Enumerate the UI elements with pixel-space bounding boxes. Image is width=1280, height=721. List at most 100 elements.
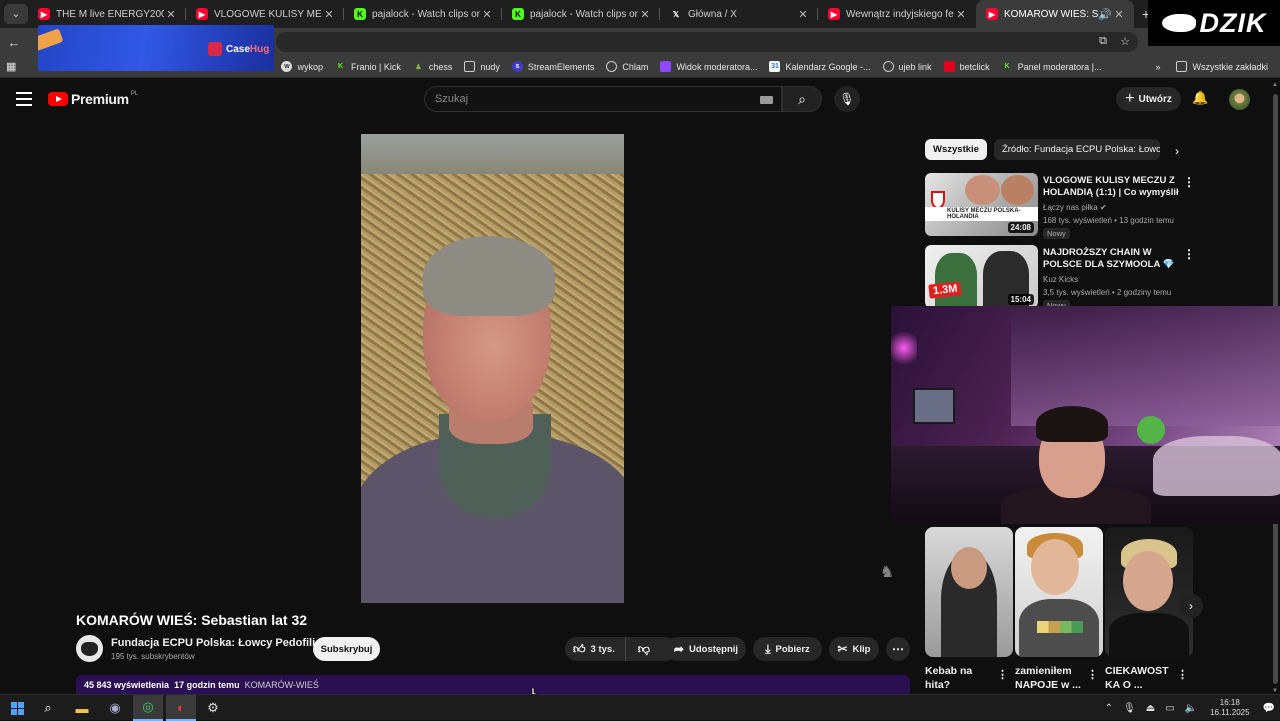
short-title[interactable]: zamieniłem NAPOJE w ... (1015, 664, 1087, 692)
thumbs-up-icon: 👍︎ (573, 641, 586, 656)
kebab-menu-icon[interactable]: ⋮ (997, 668, 1008, 681)
browser-tab[interactable]: Kpajalock - Watch clips on Kick✕ (502, 0, 660, 28)
bookmark-star-icon[interactable]: ☆ (1118, 34, 1132, 48)
chevron-right-icon[interactable]: › (1168, 142, 1186, 160)
browser-tab[interactable]: 𝕏 Główna / X ✕ (660, 0, 818, 28)
browser-tab[interactable]: Kpajalock - Watch clips on Kick✕ (344, 0, 502, 28)
back-arrow-icon[interactable]: ← (0, 28, 28, 56)
thumbnail-text: KULISY MECZU POLSKA-HOLANDIA (925, 207, 1038, 221)
system-clock[interactable]: 16:18 16.11.2025 (1210, 698, 1249, 718)
bookmark-item[interactable]: s StreamElements (511, 61, 594, 72)
recommended-title[interactable]: VLOGOWE KULISY MECZU Z HOLANDIĄ (1:1) | … (1043, 175, 1183, 199)
notifications-bell-icon[interactable]: 🔔 (1192, 90, 1208, 106)
recommended-channel[interactable]: Łączy nas piłka ✔ (1043, 203, 1107, 212)
download-button[interactable]: ⤓ Pobierz (753, 637, 822, 661)
search-button[interactable]: ⌕ (782, 86, 822, 112)
youtube-premium-logo[interactable]: Premium PL (48, 91, 138, 107)
close-icon[interactable]: ✕ (638, 8, 652, 21)
kebab-menu-icon[interactable]: ⋮ (1087, 668, 1098, 681)
like-button[interactable]: 👍︎ 3 tys. (565, 637, 626, 661)
video-thumbnail[interactable]: KULISY MECZU POLSKA-HOLANDIA 24:08 (925, 173, 1038, 236)
create-button[interactable]: + Utwórz (1116, 87, 1181, 111)
clip-button[interactable]: ✂ Klip (829, 637, 879, 661)
kebab-menu-icon[interactable]: ⋮ (1177, 668, 1188, 681)
bookmark-item[interactable]: Widok moderatora... (660, 61, 757, 72)
address-bar[interactable] (276, 32, 1138, 52)
subscribe-button[interactable]: Subskrybuj (313, 637, 380, 661)
browser-tab[interactable]: ▶ VLOGOWE KULISY MECZU Z HO✕ (186, 0, 344, 28)
bookmark-item[interactable]: betclick (943, 61, 990, 72)
all-bookmarks-button[interactable]: Wszystkie zakładki (1176, 61, 1268, 72)
settings-gear-icon[interactable]: ⚙ (198, 695, 228, 721)
shorts-next-chevron-icon[interactable]: › (1179, 594, 1203, 618)
video-thumbnail[interactable]: 1.3M 15:04 (925, 245, 1038, 308)
share-button[interactable]: ➦ Udostępnij (666, 637, 746, 661)
short-thumbnail[interactable] (1105, 527, 1193, 657)
channel-watermark-icon[interactable]: ♞ (875, 561, 899, 583)
install-app-icon[interactable]: ⧉ (1096, 34, 1110, 48)
bookmark-item[interactable]: K Panel moderatora |... (1002, 61, 1102, 72)
bookmark-item[interactable]: K Franio | Kick (335, 61, 401, 72)
dislike-button[interactable]: 👎︎ (626, 637, 662, 661)
menu-hamburger-icon[interactable] (16, 92, 32, 106)
file-explorer-icon[interactable]: ▬ (67, 695, 97, 721)
account-avatar[interactable] (1229, 89, 1250, 110)
apps-grid-icon[interactable]: ▦ (0, 60, 22, 73)
bookmark-item[interactable]: ujeb link (882, 61, 932, 72)
browser-tab[interactable]: ▶ THE M live ENERGY2000 | THE M✕ (28, 0, 186, 28)
bookmark-item[interactable]: 31 Kalendarz Google -... (769, 61, 871, 72)
kebab-menu-icon[interactable]: ⋮ (1183, 175, 1195, 189)
notifications-icon[interactable]: 💬 (1263, 703, 1275, 714)
short-title[interactable]: Kebab na hita? (925, 664, 997, 692)
kebab-menu-icon[interactable]: ⋮ (1183, 247, 1195, 261)
tray-overflow-chevron-icon[interactable]: ⌃ (1105, 703, 1113, 714)
bookmarks-overflow-button[interactable]: » (1155, 62, 1160, 72)
close-icon[interactable]: ✕ (954, 8, 968, 21)
obs-app-icon[interactable]: ◐ (166, 695, 196, 721)
short-thumbnail[interactable] (925, 527, 1013, 657)
bookmark-item[interactable]: Chlam (606, 61, 648, 72)
tab-title: THE M live ENERGY2000 | THE M (56, 8, 164, 20)
video-hashtag[interactable]: KOMARÓW-WIEŚ (245, 680, 319, 690)
short-thumbnail[interactable] (1015, 527, 1103, 657)
speaker-icon[interactable]: 🔊 (1098, 8, 1112, 21)
microphone-icon[interactable]: 🎙 (1123, 703, 1136, 714)
chip-source[interactable]: Źródło: Fundacja ECPU Polska: Łowcy (993, 139, 1160, 160)
channel-logo-icon (81, 641, 98, 656)
channel-name[interactable]: Fundacja ECPU Polska: Łowcy Pedofili (111, 637, 315, 649)
more-actions-icon[interactable]: ⋯ (886, 637, 910, 661)
recommended-video[interactable]: KULISY MECZU POLSKA-HOLANDIA 24:08 VLOGO… (925, 173, 1265, 239)
keyboard-icon[interactable] (760, 96, 773, 104)
usb-icon[interactable]: ⏏ (1146, 703, 1155, 714)
chrome-icon[interactable]: ◎ (133, 695, 163, 721)
app-icon[interactable]: ◉ (100, 695, 130, 721)
channel-avatar[interactable] (76, 635, 103, 662)
close-icon[interactable]: ✕ (1112, 8, 1126, 21)
network-icon[interactable]: ▭ (1165, 703, 1174, 714)
volume-icon[interactable]: 🔈 (1185, 703, 1197, 714)
dzik-stream-logo: DZIK (1148, 0, 1280, 46)
short-title[interactable]: CIEKAWOST KA O ... (1105, 664, 1177, 692)
tab-search-chevron-icon[interactable]: ⌄ (4, 4, 28, 24)
bookmark-item[interactable]: nudy (464, 61, 500, 72)
search-input[interactable] (435, 93, 755, 105)
close-icon[interactable]: ✕ (796, 8, 810, 21)
close-icon[interactable]: ✕ (164, 8, 178, 21)
recommended-video[interactable]: 1.3M 15:04 NAJDROŻSZY CHAIN W POLSCE DLA… (925, 245, 1265, 311)
chip-all[interactable]: Wszystkie (925, 139, 987, 160)
video-player[interactable] (361, 134, 624, 603)
start-button[interactable] (2, 695, 32, 721)
search-icon[interactable]: ⌕ (33, 695, 63, 721)
description-box[interactable]: 45 843 wyświetlenia 17 godzin temu KOMAR… (76, 675, 910, 695)
voice-search-button[interactable]: 🎙 (834, 86, 860, 112)
system-tray: ⌃ 🎙 ⏏ ▭ 🔈 16:18 16.11.2025 💬 (1100, 695, 1280, 721)
bookmark-item[interactable]: ♟ chess (413, 61, 452, 72)
close-icon[interactable]: ✕ (322, 8, 336, 21)
close-icon[interactable]: ✕ (480, 8, 494, 21)
casehug-ad-banner[interactable]: Case Hug (38, 25, 274, 71)
browser-tab-active[interactable]: ▶ KOMARÓW WIEŚ: Sebastian🔊✕ (976, 0, 1134, 28)
browser-tab[interactable]: ▶ Wewnątrz indyjskiego festiwalu✕ (818, 0, 976, 28)
recommended-channel[interactable]: Kuz Kicks (1043, 275, 1078, 284)
bookmark-item[interactable]: w wykop (281, 61, 323, 72)
recommended-title[interactable]: NAJDROŻSZY CHAIN W POLSCE DLA SZYMOOLA 💎 (1043, 247, 1183, 271)
